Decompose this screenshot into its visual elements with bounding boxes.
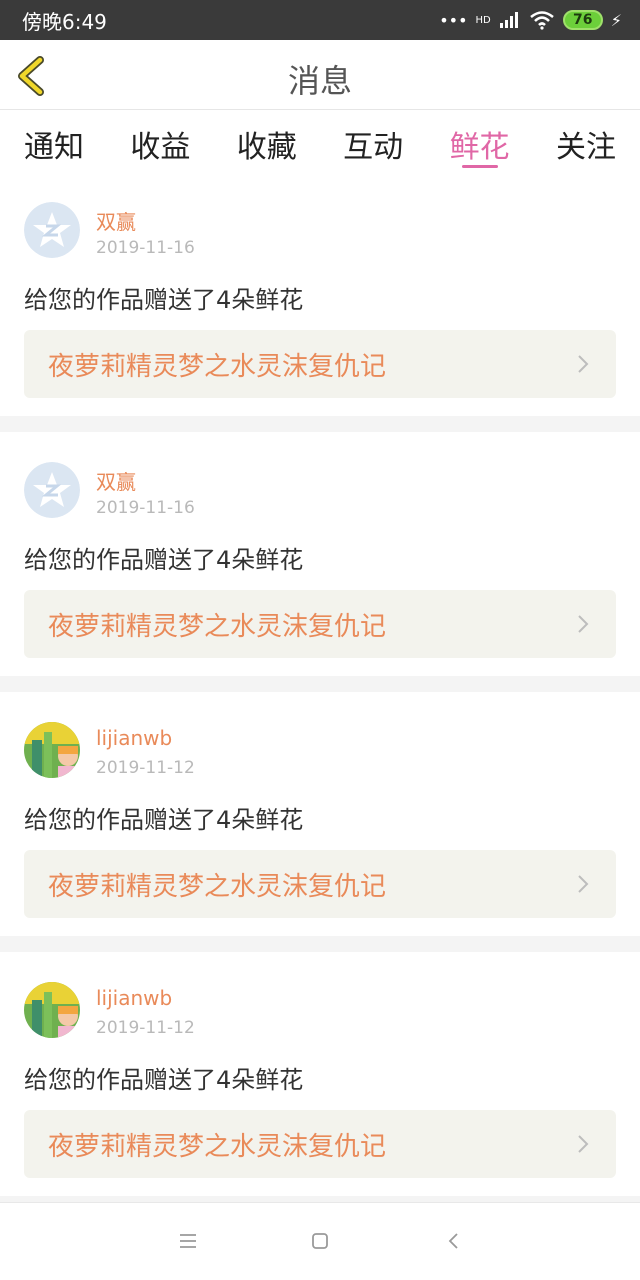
menu-icon[interactable] [178,1231,198,1251]
chevron-right-icon [578,1135,589,1153]
user-name[interactable]: 双赢 [96,466,136,495]
tab-earnings[interactable]: 收益 [130,110,190,172]
book-title: 夜萝莉精灵梦之水灵沫复仇记 [48,871,387,902]
list-item: 双赢 2019-11-16 给您的作品赠送了4朵鲜花 夜萝莉精灵梦之水灵沫复仇记 [0,432,640,676]
status-time: 傍晚6:49 [22,9,107,34]
list-item: lijianwb 2019-11-12 给您的作品赠送了4朵鲜花 夜萝莉精灵梦之… [0,952,640,1196]
user-name[interactable]: lijianwb [96,726,172,750]
divider [0,936,640,952]
tab-flowers[interactable]: 鲜花 [450,110,510,172]
timestamp: 2019-11-16 [96,498,195,518]
list-item: lijianwb 2019-11-12 给您的作品赠送了4朵鲜花 夜萝莉精灵梦之… [0,692,640,936]
chevron-right-icon [578,875,589,893]
wifi-icon [529,11,554,30]
photo-avatar-icon [24,722,80,778]
timestamp: 2019-11-12 [96,1018,195,1038]
avatar[interactable] [24,722,80,778]
home-square-icon[interactable] [310,1231,330,1251]
book-title: 夜萝莉精灵梦之水灵沫复仇记 [48,1131,387,1162]
book-title: 夜萝莉精灵梦之水灵沫复仇记 [48,351,387,382]
tab-notifications[interactable]: 通知 [24,110,84,172]
chevron-right-icon [578,355,589,373]
divider [0,676,640,692]
user-name[interactable]: lijianwb [96,986,172,1010]
status-icons: ••• HD 76 ⚡ [439,10,622,30]
tab-favorites[interactable]: 收藏 [237,110,297,172]
status-bar: 傍晚6:49 ••• HD 76 ⚡ [0,0,640,40]
page-title: 消息 [287,62,352,100]
tab-bar: 通知 收益 收藏 互动 鲜花 关注 [0,110,640,172]
header: 消息 [0,40,640,110]
charging-icon: ⚡ [610,10,622,30]
signal-label: HD [475,14,491,26]
message-text: 给您的作品赠送了4朵鲜花 [24,1066,304,1094]
timestamp: 2019-11-16 [96,238,195,258]
tab-interactions[interactable]: 互动 [343,110,403,172]
message-text: 给您的作品赠送了4朵鲜花 [24,806,304,834]
avatar[interactable] [24,462,80,518]
list-item: 双赢 2019-11-16 给您的作品赠送了4朵鲜花 夜萝莉精灵梦之水灵沫复仇记 [0,172,640,416]
book-link[interactable]: 夜萝莉精灵梦之水灵沫复仇记 [24,1110,616,1178]
book-link[interactable]: 夜萝莉精灵梦之水灵沫复仇记 [24,330,616,398]
book-link[interactable]: 夜萝莉精灵梦之水灵沫复仇记 [24,590,616,658]
user-name[interactable]: 双赢 [96,206,136,235]
more-dots-icon: ••• [439,10,468,30]
photo-avatar-icon [24,982,80,1038]
back-triangle-icon[interactable] [444,1231,464,1251]
tab-follow[interactable]: 关注 [556,110,616,172]
default-avatar-icon [24,462,80,518]
system-nav-bar [0,1202,640,1280]
message-list: 双赢 2019-11-16 给您的作品赠送了4朵鲜花 夜萝莉精灵梦之水灵沫复仇记… [0,172,640,1212]
battery-indicator: 76 [562,10,603,30]
message-text: 给您的作品赠送了4朵鲜花 [24,286,304,314]
signal-icon [499,12,518,28]
default-avatar-icon [24,202,80,258]
avatar[interactable] [24,202,80,258]
message-text: 给您的作品赠送了4朵鲜花 [24,546,304,574]
chevron-right-icon [578,615,589,633]
timestamp: 2019-11-12 [96,758,195,778]
book-link[interactable]: 夜萝莉精灵梦之水灵沫复仇记 [24,850,616,918]
divider [0,416,640,432]
avatar[interactable] [24,982,80,1038]
book-title: 夜萝莉精灵梦之水灵沫复仇记 [48,611,387,642]
